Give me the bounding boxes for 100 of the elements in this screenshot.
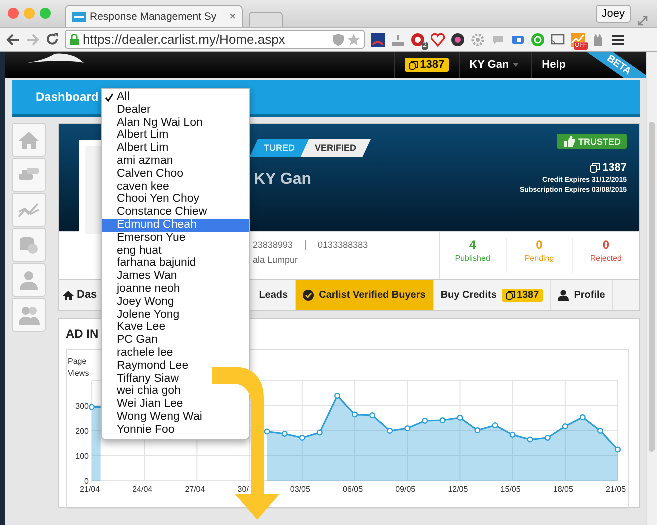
y-tick-label: 200 [76, 427, 89, 436]
menu-item[interactable]: Wei Jian Lee [102, 398, 184, 411]
menu-item[interactable]: Albert Lim [102, 129, 169, 142]
data-point [370, 412, 376, 418]
close-tab-button[interactable]: × [230, 10, 236, 22]
menu-item[interactable]: Raymond Lee [102, 360, 189, 373]
menu-item[interactable]: Wong Weng Wai [102, 410, 202, 424]
stat-value: 0 [602, 238, 610, 252]
data-point [89, 404, 95, 410]
menu-item[interactable]: Tiffany Siaw [102, 372, 179, 386]
x-tick-label: 18/05 [553, 485, 574, 494]
menu-item[interactable]: farhana bajunid [102, 257, 196, 270]
y-tick-label: 0 [84, 477, 89, 486]
power-icon[interactable] [531, 32, 545, 46]
menu-item[interactable]: eng huat [102, 244, 162, 258]
menu-item[interactable]: Kave Lee [102, 321, 166, 334]
sidebar-button[interactable] [12, 193, 46, 227]
data-point [492, 422, 498, 428]
sidebar-button[interactable] [12, 158, 46, 192]
menu-item[interactable]: wei chia goh [102, 385, 181, 398]
dealer-name: KY Gan [254, 171, 312, 189]
person-icon [18, 270, 40, 290]
color-wheel-icon[interactable] [451, 32, 465, 46]
coins-icon [409, 60, 418, 70]
menu-item[interactable]: caven kee [102, 180, 170, 194]
menu-item[interactable]: Dealer [102, 104, 151, 117]
data-point [544, 435, 551, 441]
zoom-button[interactable] [40, 8, 51, 19]
data-point [510, 432, 516, 438]
browser-tab[interactable]: Response Management Sy × [65, 5, 243, 27]
lock-icon [70, 34, 79, 45]
menu-item[interactable]: All [102, 91, 130, 104]
y-tick-label: 100 [76, 452, 89, 461]
reload-icon[interactable] [46, 33, 59, 46]
phone-number: 0133388383 [318, 240, 368, 250]
scrollbar[interactable] [646, 52, 657, 525]
cast-icon[interactable] [551, 32, 565, 46]
x-tick-label: 03/05 [290, 485, 310, 494]
shield-icon[interactable] [333, 34, 344, 46]
close-button[interactable] [8, 8, 19, 19]
data-point [299, 435, 306, 441]
gauge-icon[interactable] [371, 32, 385, 46]
x-tick-label: 09/05 [396, 485, 416, 494]
menu-item[interactable]: Calven Choo [102, 168, 184, 181]
x-tick-label: 21/05 [606, 485, 626, 494]
menu-item[interactable]: Chooi Yen Choy [102, 193, 200, 206]
data-point [474, 428, 481, 434]
x-tick-label: 30/ [238, 485, 249, 494]
stat-label: Published [455, 254, 490, 263]
menu-item[interactable]: ami azman [102, 154, 174, 168]
stat-label: Rejected [590, 254, 622, 263]
data-point [404, 426, 411, 432]
heart-icon[interactable] [431, 32, 445, 46]
data-point [598, 428, 604, 434]
gear-icon[interactable] [471, 32, 485, 46]
menu-item[interactable]: PC Gan [102, 334, 158, 347]
forward-icon[interactable] [26, 34, 40, 46]
stat-value: 0 [536, 238, 543, 252]
menu-item[interactable]: joanne neoh [102, 282, 180, 296]
x-tick-label: 06/05 [343, 485, 364, 494]
data-point [387, 428, 394, 434]
sidebar-button[interactable] [12, 263, 46, 297]
credit-balance: 1387 [602, 162, 627, 174]
profile-button[interactable]: Joey [596, 4, 631, 22]
data-point [316, 430, 323, 436]
menu-item[interactable]: Albert Lim [102, 142, 169, 155]
new-tab-button[interactable] [249, 12, 283, 27]
help-link[interactable]: Help [542, 59, 566, 71]
stop-sign-icon[interactable] [411, 32, 425, 46]
menu-item[interactable]: Yonnie Foo [102, 424, 175, 437]
menu-item[interactable]: Joey Wong [102, 296, 174, 309]
people-icon [18, 305, 40, 325]
menu-item[interactable]: Alan Ng Wai Lon [102, 116, 203, 130]
menu-item[interactable]: James Wan [102, 270, 178, 283]
star-icon[interactable] [348, 34, 360, 46]
menu-icon[interactable] [611, 32, 625, 46]
menu-item[interactable]: Edmund Cheah [102, 218, 249, 232]
menu-item[interactable]: Constance Chiew [102, 206, 208, 219]
sidebar-button[interactable] [12, 228, 46, 262]
chart-icon[interactable] [571, 32, 585, 46]
data-point [562, 424, 568, 430]
menu-item[interactable]: rachele lee [102, 346, 174, 360]
menu-item[interactable]: Jolene Yong [102, 308, 180, 322]
menu-item[interactable]: Emerson Yue [102, 232, 186, 245]
back-icon[interactable] [6, 34, 20, 46]
minimize-button[interactable] [24, 8, 35, 19]
tray-icon[interactable] [391, 32, 405, 46]
data-point [352, 412, 358, 418]
fullscreen-icon[interactable] [637, 15, 649, 27]
sidebar-button[interactable] [12, 298, 46, 332]
panel-title: AD IN [66, 327, 99, 343]
x-tick-label: 24/04 [132, 485, 153, 494]
sidebar-button[interactable] [12, 123, 46, 157]
x-tick-label: 12/05 [448, 485, 468, 494]
location-text: ala Lumpur [253, 255, 300, 265]
coins-icon [18, 235, 40, 255]
data-point [440, 418, 446, 424]
user-menu[interactable]: KY Gan [470, 59, 510, 71]
address-bar[interactable]: https://dealer.carlist.my/Home.aspx [65, 30, 365, 49]
nav-tab[interactable]: Carlist Verified Buyers [296, 280, 434, 310]
